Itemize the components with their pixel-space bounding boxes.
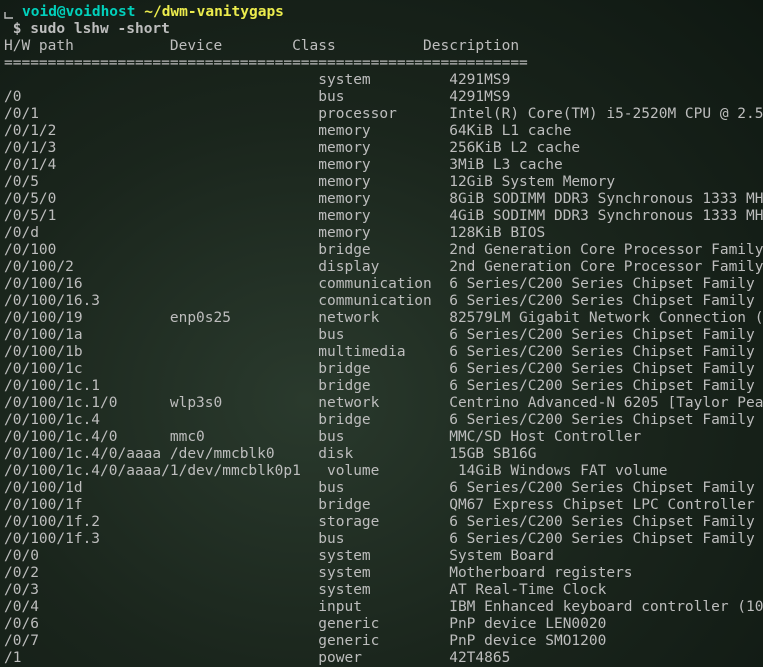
- table-row: /0/100/1c.4 bridge 6 Series/C200 Series …: [4, 412, 759, 429]
- table-row: /0/3 system AT Real-Time Clock: [4, 582, 759, 599]
- table-row: /0/4 input IBM Enhanced keyboard control…: [4, 599, 759, 616]
- table-row: /0/100/1c.4/0/aaaa /dev/mmcblk0 disk 15G…: [4, 446, 759, 463]
- table-row: /0/1/2 memory 64KiB L1 cache: [4, 123, 759, 140]
- table-row: /0/6 generic PnP device LEN0020: [4, 616, 759, 633]
- user-host: void@voidhost: [22, 4, 136, 21]
- table-row: /0/1/3 memory 256KiB L2 cache: [4, 140, 759, 157]
- table-row: /0/100/1f.3 bus 6 Series/C200 Series Chi…: [4, 531, 759, 548]
- table-row: /0/100/1c.4/0 mmc0 bus MMC/SD Host Contr…: [4, 429, 759, 446]
- table-row: /0/1 processor Intel(R) Core(TM) i5-2520…: [4, 106, 759, 123]
- prompt-symbol: $: [4, 21, 30, 37]
- window-titlebar: void@voidhost ~/dwm-vanitygaps: [4, 4, 759, 21]
- table-row: /0/100/1c.1 bridge 6 Series/C200 Series …: [4, 378, 759, 395]
- prompt-line[interactable]: $ sudo lshw -short: [4, 21, 759, 38]
- table-row: /0/5/1 memory 4GiB SODIMM DDR3 Synchrono…: [4, 208, 759, 225]
- table-row: /0/100/1c.1/0 wlp3s0 network Centrino Ad…: [4, 395, 759, 412]
- table-row: /0/100/1b multimedia 6 Series/C200 Serie…: [4, 344, 759, 361]
- table-row: /0/100/1c.4/0/aaaa/1/dev/mmcblk0p1 volum…: [4, 463, 759, 480]
- table-row: /0/100/1f bridge QM67 Express Chipset LP…: [4, 497, 759, 514]
- window-corner-icon: [4, 6, 22, 20]
- table-row: /0/100/1c bridge 6 Series/C200 Series Ch…: [4, 361, 759, 378]
- table-row: /0/5 memory 12GiB System Memory: [4, 174, 759, 191]
- table-row: /0 bus 4291MS9: [4, 89, 759, 106]
- table-row: /0/100/1a bus 6 Series/C200 Series Chips…: [4, 327, 759, 344]
- table-row: /1 power 42T4865: [4, 650, 759, 667]
- table-row: /0/100/2 display 2nd Generation Core Pro…: [4, 259, 759, 276]
- table-row: /0/7 generic PnP device SMO1200: [4, 633, 759, 650]
- lshw-output: system 4291MS9/0 bus 4291MS9/0/1 process…: [4, 72, 759, 667]
- table-row: /0/100/16 communication 6 Series/C200 Se…: [4, 276, 759, 293]
- table-separator: ========================================…: [4, 55, 759, 72]
- table-row: /0/100/19 enp0s25 network 82579LM Gigabi…: [4, 310, 759, 327]
- cwd: ~/dwm-vanitygaps: [144, 4, 284, 21]
- table-row: system 4291MS9: [4, 72, 759, 89]
- table-row: /0/100/16.3 communication 6 Series/C200 …: [4, 293, 759, 310]
- table-row: /0/100/1f.2 storage 6 Series/C200 Series…: [4, 514, 759, 531]
- table-row: /0/1/4 memory 3MiB L3 cache: [4, 157, 759, 174]
- table-row: /0/5/0 memory 8GiB SODIMM DDR3 Synchrono…: [4, 191, 759, 208]
- table-row: /0/2 system Motherboard registers: [4, 565, 759, 582]
- table-row: /0/100 bridge 2nd Generation Core Proces…: [4, 242, 759, 259]
- table-header: H/W path Device Class Description: [4, 38, 759, 55]
- table-row: /0/100/1d bus 6 Series/C200 Series Chips…: [4, 480, 759, 497]
- table-row: /0/d memory 128KiB BIOS: [4, 225, 759, 242]
- table-row: /0/0 system System Board: [4, 548, 759, 565]
- command-text: sudo lshw -short: [30, 21, 170, 37]
